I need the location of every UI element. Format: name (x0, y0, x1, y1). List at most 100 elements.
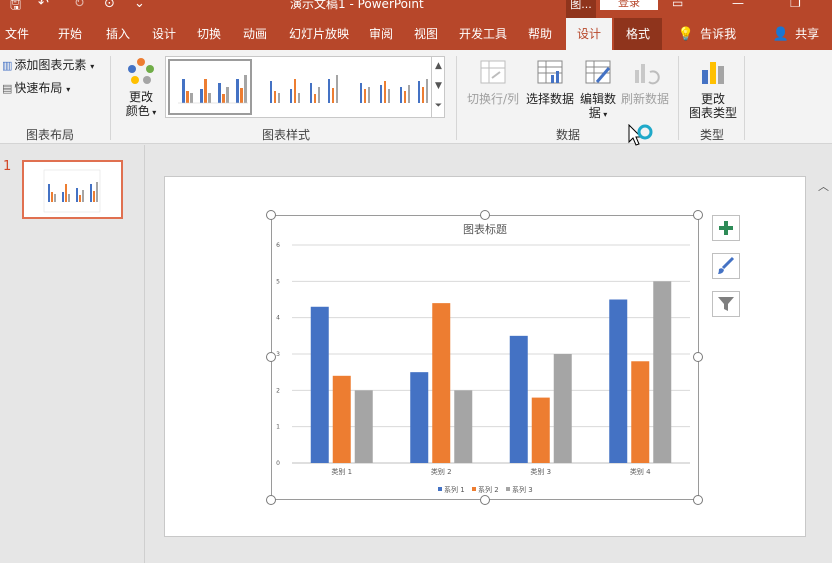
bar-1-2[interactable] (410, 372, 429, 463)
y-tick-label: 5 (276, 278, 280, 285)
dropdown-arrow-icon: ▾ (66, 85, 71, 94)
collapse-ribbon-icon[interactable]: ︿ (818, 178, 829, 194)
tell-me-box[interactable]: 💡 告诉我 (672, 18, 742, 50)
y-tick-label: 6 (276, 242, 280, 249)
person-icon: 👤 (772, 27, 790, 42)
busy-cursor-icon (628, 124, 653, 146)
title-bar: 🖫 ↶ ↻ ⊙ ⌄ 演示文稿1 - PowerPoint 图... 登录 ▭ —… (0, 0, 832, 18)
undo-icon[interactable]: ↶ (38, 0, 49, 11)
chart-style-3[interactable] (350, 59, 434, 115)
tab-help[interactable]: 帮助 (520, 18, 560, 50)
resize-handle-bottom-left[interactable] (266, 495, 276, 505)
restore-icon[interactable]: ❐ (790, 0, 801, 10)
bar-2-4[interactable] (631, 361, 650, 463)
bar-2-2[interactable] (432, 303, 451, 463)
group-label-type: 类型 (700, 128, 725, 142)
tab-view[interactable]: 视图 (406, 18, 446, 50)
bar-1-4[interactable] (609, 299, 628, 464)
group-separator (110, 56, 111, 140)
resize-handle-left[interactable] (266, 352, 276, 362)
tab-slideshow[interactable]: 幻灯片放映 (284, 18, 354, 50)
chart-style-1[interactable] (168, 59, 252, 115)
filter-icon (718, 297, 734, 311)
tab-chart-format[interactable]: 格式 (614, 18, 662, 50)
slide-thumbnail-pane: 1 (0, 145, 145, 563)
window-title: 演示文稿1 - PowerPoint (290, 0, 424, 11)
legend-swatch (472, 487, 476, 491)
quick-layout-button[interactable]: ▤ 快速布局 ▾ (2, 79, 70, 96)
select-data-button[interactable]: 选择数据 (522, 58, 578, 106)
dropdown-arrow-icon: ▾ (90, 62, 95, 71)
chart-title[interactable]: 图表标题 (463, 222, 507, 236)
y-tick-label: 1 (276, 424, 280, 431)
change-colors-button[interactable]: 更改 颜色 ▾ (118, 56, 164, 120)
bar-3-4[interactable] (653, 281, 672, 463)
resize-handle-bottom-right[interactable] (693, 495, 703, 505)
brush-icon (718, 256, 735, 274)
minimize-icon[interactable]: — (732, 0, 744, 10)
bar-3-3[interactable] (553, 354, 572, 463)
tab-developer[interactable]: 开发工具 (453, 18, 513, 50)
chart-object[interactable]: 图表标题 0 1 2 3 4 5 6 类别 1 类别 2 类别 3 类别 4 系列 1 系列 2 系列… (271, 215, 699, 500)
gallery-more-icon[interactable]: ⏷ (432, 96, 445, 116)
bar-3-1[interactable] (354, 390, 373, 463)
resize-handle-top-right[interactable] (693, 210, 703, 220)
legend-entry[interactable]: 系列 1 (444, 485, 465, 494)
tab-animations[interactable]: 动画 (235, 18, 275, 50)
tab-design[interactable]: 设计 (144, 18, 184, 50)
refresh-data-icon (635, 64, 660, 85)
resize-handle-right[interactable] (693, 352, 703, 362)
chart-type-icon (702, 62, 724, 84)
slide-thumbnail[interactable] (22, 160, 123, 219)
bar-1-3[interactable] (509, 335, 528, 463)
tab-home[interactable]: 开始 (50, 18, 90, 50)
add-chart-element-button[interactable]: ▥ 添加图表元素 ▾ (2, 56, 94, 73)
gallery-scroll: ▲ ▼ ⏷ (431, 56, 445, 118)
refresh-data-button[interactable]: 刷新数据 (618, 58, 672, 106)
chart-element-icon: ▥ (2, 59, 13, 72)
ribbon-display-icon[interactable]: ▭ (672, 0, 683, 10)
edit-data-button[interactable]: 编辑数 据 ▾ (578, 58, 618, 122)
y-tick-label: 2 (276, 387, 280, 394)
chart-filters-button[interactable] (712, 291, 740, 317)
present-icon[interactable]: ⊙ (104, 0, 115, 11)
tab-transitions[interactable]: 切换 (189, 18, 229, 50)
legend-entry[interactable]: 系列 2 (478, 485, 499, 494)
login-button[interactable]: 登录 (600, 0, 658, 10)
bar-2-3[interactable] (531, 397, 550, 463)
chart-styles-gallery (165, 56, 445, 118)
style-preview-icon (178, 75, 248, 104)
bar-3-2[interactable] (454, 390, 473, 463)
resize-handle-top[interactable] (480, 210, 490, 220)
group-separator (456, 56, 457, 140)
chart-tools-context: 图... (566, 0, 596, 18)
chart-elements-button[interactable] (712, 215, 740, 241)
chart-styles-button[interactable] (712, 253, 740, 279)
tab-chart-design[interactable]: 设计 (566, 18, 612, 50)
legend-swatch (506, 487, 510, 491)
gallery-down-icon[interactable]: ▼ (432, 76, 445, 96)
save-icon[interactable]: 🖫 (10, 0, 21, 18)
bar-1-1[interactable] (310, 306, 329, 463)
tab-file[interactable]: 文件 (0, 18, 34, 50)
group-separator (678, 56, 679, 140)
bar-2-1[interactable] (332, 375, 351, 463)
tab-review[interactable]: 审阅 (361, 18, 401, 50)
chart-style-2[interactable] (260, 59, 344, 115)
resize-handle-bottom[interactable] (480, 495, 490, 505)
share-button[interactable]: 👤 共享 (768, 18, 824, 50)
change-chart-type-button[interactable]: 更改 图表类型 (684, 58, 742, 120)
ribbon-tabs: 文件 开始 插入 设计 切换 动画 幻灯片放映 审阅 视图 开发工具 帮助 设计… (0, 18, 832, 50)
customize-qa-icon[interactable]: ⌄ (134, 0, 145, 11)
resize-handle-top-left[interactable] (266, 210, 276, 220)
switch-row-column-button[interactable]: 切换行/列 (464, 58, 522, 106)
legend-swatch (438, 487, 442, 491)
tab-insert[interactable]: 插入 (98, 18, 138, 50)
gallery-up-icon[interactable]: ▲ (432, 56, 445, 76)
legend-entry[interactable]: 系列 3 (512, 485, 533, 494)
style-preview-icon (360, 79, 428, 103)
bar-chart: 图表标题 0 1 2 3 4 5 6 类别 1 类别 2 类别 3 类别 4 系列 1 系列 2 系列… (276, 222, 690, 494)
plus-icon (719, 221, 733, 235)
redo-icon[interactable]: ↻ (74, 0, 85, 11)
y-tick-label: 0 (276, 460, 280, 467)
